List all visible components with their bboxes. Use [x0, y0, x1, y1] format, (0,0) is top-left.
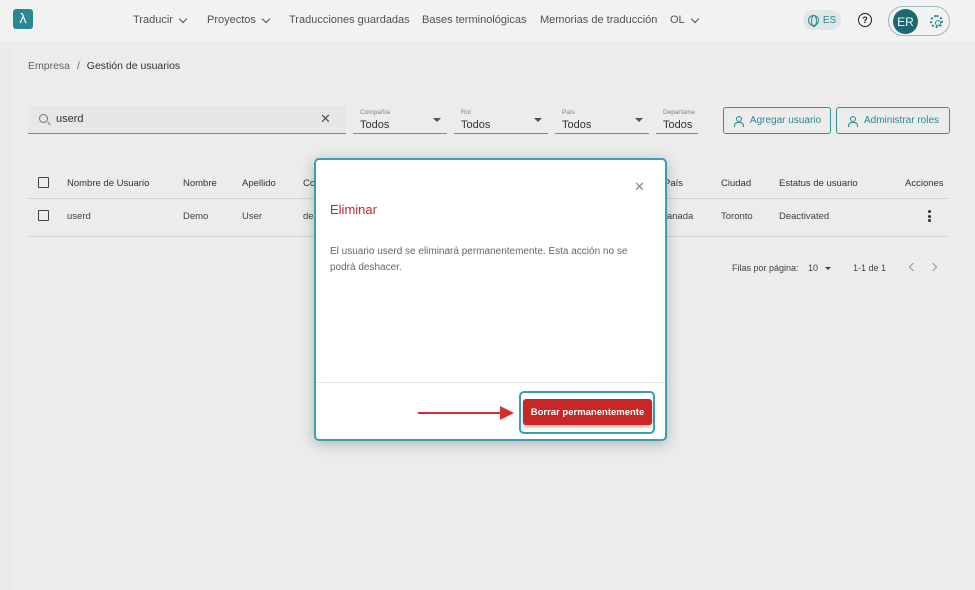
delete-dialog: ✕ Eliminar El usuario userd se eliminará… [314, 158, 667, 441]
close-icon[interactable]: ✕ [634, 180, 645, 195]
dialog-divider [316, 382, 665, 383]
delete-permanently-button[interactable]: Borrar permanentemente [523, 399, 652, 425]
annotation-arrow-line [418, 412, 504, 414]
dialog-title: Eliminar [330, 202, 377, 217]
annotation-arrow-head [500, 406, 514, 420]
dialog-message: El usuario userd se eliminará permanente… [330, 246, 628, 273]
